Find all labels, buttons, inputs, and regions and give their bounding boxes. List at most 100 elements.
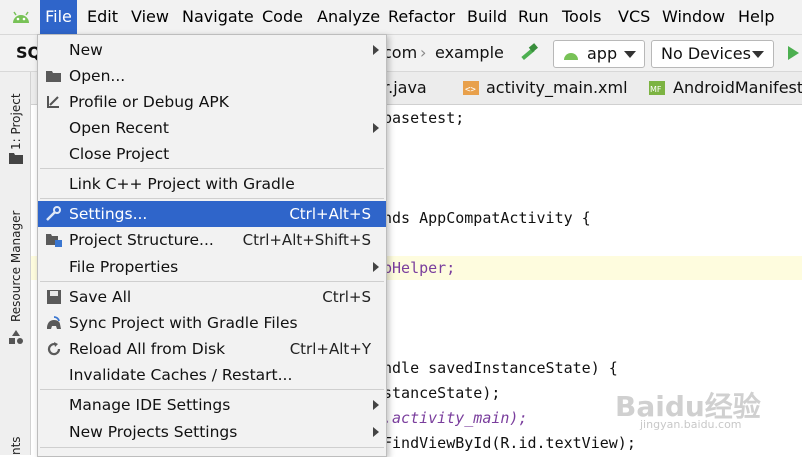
menu-item-label: Sync Project with Gradle Files — [69, 314, 298, 332]
run-play-icon[interactable] — [786, 45, 800, 61]
menu-item-label: File Properties — [69, 258, 179, 276]
tab-java-file[interactable]: r.java — [383, 72, 427, 104]
menu-separator — [40, 168, 384, 169]
menu-item-label: New — [69, 41, 103, 59]
menu-view[interactable]: View — [131, 0, 169, 34]
menu-item-link-cpp-project[interactable]: Link C++ Project with Gradle — [38, 171, 386, 197]
menu-item-new-projects-settings[interactable]: New Projects Settings — [38, 419, 386, 445]
menu-item-new[interactable]: New — [38, 37, 386, 63]
menu-item-close-project[interactable]: Close Project — [38, 141, 386, 167]
menu-item-label: Link C++ Project with Gradle — [69, 175, 295, 193]
code-line: nds AppCompatActivity { — [383, 209, 591, 227]
run-config-selector[interactable]: app — [553, 40, 645, 68]
menu-item-profile-debug-apk[interactable]: Profile or Debug APK — [38, 89, 386, 115]
menu-build[interactable]: Build — [467, 0, 507, 34]
menu-item-label: Reload All from Disk — [69, 340, 226, 358]
menu-tools[interactable]: Tools — [562, 0, 601, 34]
code-line: stanceState); — [383, 384, 501, 402]
code-line: FindViewById(R.id.textView); — [383, 434, 636, 452]
build-hammer-icon[interactable] — [518, 43, 540, 63]
tab-activity-main-xml[interactable]: activity_main.xml — [486, 72, 628, 104]
menu-analyze[interactable]: Analyze — [317, 0, 380, 34]
menu-item-shortcut: Ctrl+Alt+S — [289, 205, 371, 223]
menu-separator — [40, 389, 384, 390]
android-studio-logo-icon — [13, 11, 29, 23]
menu-separator — [40, 281, 384, 282]
svg-text:<>: <> — [465, 85, 476, 95]
submenu-arrow-icon — [373, 427, 379, 437]
menu-item-project-structure[interactable]: Project Structure... Ctrl+Alt+Shift+S — [38, 227, 386, 253]
menu-edit[interactable]: Edit — [87, 0, 118, 34]
menu-vcs[interactable]: VCS — [618, 0, 650, 34]
breadcrumb-example[interactable]: example — [435, 35, 504, 71]
menu-item-reload-from-disk[interactable]: Reload All from Disk Ctrl+Alt+Y — [38, 336, 386, 362]
project-tool-window-button[interactable]: 1: Project — [9, 93, 23, 150]
menu-item-label: Profile or Debug APK — [69, 93, 229, 111]
submenu-arrow-icon — [373, 123, 379, 133]
submenu-arrow-icon — [373, 45, 379, 55]
menu-item-label: Open... — [69, 67, 126, 85]
tab-android-manifest[interactable]: AndroidManifest.x — [673, 72, 802, 104]
submenu-arrow-icon — [373, 400, 379, 410]
menu-item-label: New Projects Settings — [69, 423, 238, 441]
left-tool-strip: 1: Project Resource Manager nts — [0, 72, 31, 455]
code-line: basetest; — [383, 109, 465, 127]
file-menu-dropdown: New Open... Profile or Debug APK Open Re… — [37, 34, 387, 457]
save-icon — [47, 290, 61, 304]
bottom-tool-window-button[interactable]: nts — [9, 436, 23, 455]
menu-item-sync-gradle[interactable]: Sync Project with Gradle Files — [38, 310, 386, 336]
menu-item-open-recent[interactable]: Open Recent — [38, 115, 386, 141]
resource-shapes-icon — [9, 330, 23, 344]
menu-file[interactable]: File — [40, 0, 77, 34]
menu-item-label: Save All — [69, 288, 132, 306]
menu-item-label: Close Project — [69, 145, 170, 163]
folder-open-icon — [46, 71, 61, 82]
menu-navigate[interactable]: Navigate — [182, 0, 254, 34]
code-line: bHelper; — [383, 259, 456, 277]
profile-apk-icon — [47, 96, 59, 108]
manifest-file-icon: MF — [649, 81, 665, 95]
menu-run[interactable]: Run — [518, 0, 549, 34]
folder-icon — [9, 153, 23, 164]
chevron-down-icon — [624, 51, 636, 58]
menu-item-manage-ide-settings[interactable]: Manage IDE Settings — [38, 392, 386, 418]
menu-item-label: Invalidate Caches / Restart... — [69, 366, 293, 384]
menu-item-label: Manage IDE Settings — [69, 396, 231, 414]
chevron-down-icon — [752, 51, 764, 58]
svg-text:MF: MF — [650, 85, 662, 94]
menu-item-shortcut: Ctrl+Alt+Shift+S — [242, 231, 371, 249]
xml-file-icon: <> — [463, 81, 479, 95]
menu-item-shortcut: Ctrl+S — [322, 288, 371, 306]
menu-item-label: Settings... — [69, 205, 148, 223]
menu-separator — [40, 198, 384, 199]
menu-item-shortcut: Ctrl+Alt+Y — [289, 340, 371, 358]
menu-separator — [40, 447, 384, 448]
menu-window[interactable]: Window — [662, 0, 725, 34]
device-label: No Devices — [661, 44, 751, 63]
menu-item-open[interactable]: Open... — [38, 63, 386, 89]
code-line: ndle savedInstanceState) { — [383, 359, 618, 377]
menu-item-settings[interactable]: Settings... Ctrl+Alt+S — [38, 201, 386, 227]
run-config-label: app — [587, 44, 618, 63]
wrench-icon — [46, 206, 61, 221]
menu-help[interactable]: Help — [738, 0, 774, 34]
menu-item-invalidate-caches[interactable]: Invalidate Caches / Restart... — [38, 362, 386, 388]
menu-bar: File Edit View Navigate Code Analyze Ref… — [0, 0, 802, 35]
menu-item-file-properties[interactable]: File Properties — [38, 254, 386, 280]
project-structure-icon — [46, 234, 62, 247]
reload-icon — [47, 342, 61, 356]
menu-refactor[interactable]: Refactor — [388, 0, 455, 34]
android-icon — [564, 53, 578, 60]
baidu-watermark-url: jingyan.baidu.com — [640, 418, 742, 431]
menu-code[interactable]: Code — [262, 0, 303, 34]
code-line: .activity_main); — [383, 409, 528, 427]
breadcrumb-separator-icon: › — [420, 43, 427, 62]
submenu-arrow-icon — [373, 262, 379, 272]
device-selector[interactable]: No Devices — [651, 40, 774, 68]
breadcrumb-com[interactable]: com — [383, 35, 417, 71]
resource-manager-button[interactable]: Resource Manager — [9, 211, 23, 322]
menu-item-save-all[interactable]: Save All Ctrl+S — [38, 284, 386, 310]
menu-item-label: Project Structure... — [69, 231, 214, 249]
menu-item-label: Open Recent — [69, 119, 169, 137]
gradle-sync-icon — [47, 316, 61, 329]
